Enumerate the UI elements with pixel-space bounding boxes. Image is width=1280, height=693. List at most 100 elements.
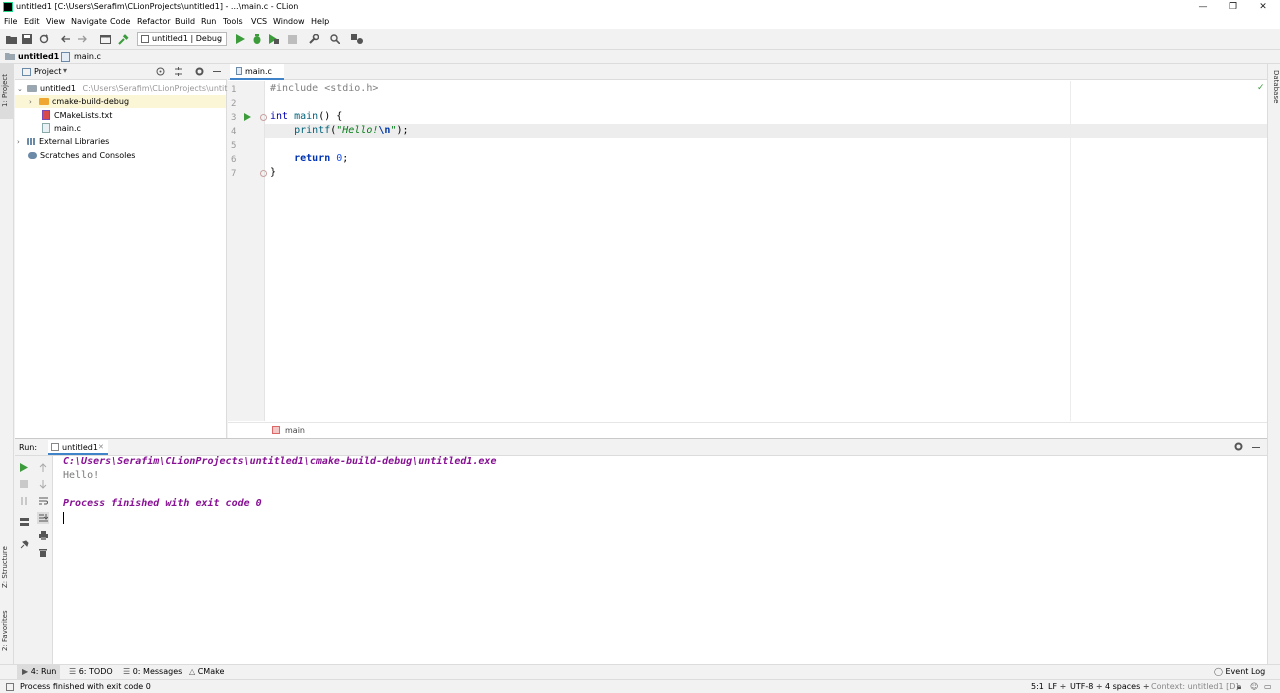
code-line-1[interactable]: #include <stdio.h> <box>270 83 378 94</box>
tree-item-root[interactable]: ⌄ untitled1 C:\Users\Serafim\CLionProject… <box>17 82 245 95</box>
notifications-icon[interactable]: ▭ <box>1264 682 1272 691</box>
sync-icon[interactable] <box>38 33 50 45</box>
back-arrow-icon[interactable] <box>59 33 71 45</box>
gear-icon[interactable] <box>1234 442 1243 453</box>
hide-panel-icon[interactable] <box>1252 447 1260 448</box>
status-caret-position[interactable]: 5:1 <box>1031 682 1044 691</box>
search-icon[interactable] <box>329 33 341 45</box>
lock-icon[interactable]: 🔒︎ <box>1237 682 1241 692</box>
layout-icon[interactable] <box>18 516 30 528</box>
trash-icon[interactable] <box>37 546 49 558</box>
run-tab-untitled1[interactable]: untitled1 ✕ <box>48 440 108 455</box>
code-line-4[interactable]: printf("Hello!\n"); <box>270 125 408 136</box>
status-encoding[interactable]: UTF-8 ÷ <box>1070 682 1103 691</box>
stop-icon[interactable] <box>18 478 30 490</box>
toggle-tool-windows-icon[interactable] <box>6 683 14 691</box>
tree-item-main-c[interactable]: main.c <box>42 122 81 135</box>
menu-edit[interactable]: Edit <box>24 17 40 26</box>
chevron-down-icon[interactable]: ▾ <box>63 66 67 75</box>
menu-view[interactable]: View <box>46 17 65 26</box>
tool-tab-database[interactable]: Database <box>1269 70 1280 103</box>
rerun-icon[interactable] <box>18 461 30 473</box>
tool-tab-event-log[interactable]: ◯ Event Log <box>1214 667 1265 676</box>
status-line-separator[interactable]: LF ÷ <box>1048 682 1066 691</box>
tree-item-label: Scratches and Consoles <box>40 151 136 160</box>
project-structure-icon[interactable] <box>351 33 363 45</box>
tool-tab-run[interactable]: ▶ 4: Run <box>22 667 56 676</box>
run-icon[interactable] <box>234 33 246 45</box>
stop-icon[interactable] <box>286 33 298 45</box>
menu-code[interactable]: Code <box>110 17 130 26</box>
settings-wrench-icon[interactable] <box>308 33 320 45</box>
tool-tab-project[interactable]: 1: Project <box>1 70 13 112</box>
libraries-icon <box>27 138 36 145</box>
status-indent[interactable]: 4 spaces ÷ <box>1105 682 1150 691</box>
soft-wrap-icon[interactable] <box>37 495 49 507</box>
inspector-face-icon[interactable]: ☺ <box>1250 682 1258 691</box>
code-line-3[interactable]: int main() { <box>270 111 342 122</box>
build-project-window-icon[interactable] <box>99 33 111 45</box>
inspection-ok-icon[interactable]: ✓ <box>1257 83 1265 93</box>
code-line-7[interactable]: } <box>270 167 276 178</box>
nav-file-crumb[interactable]: main.c <box>74 52 101 61</box>
restore-button[interactable]: ❐ <box>1216 0 1250 15</box>
menu-vcs[interactable]: VCS <box>251 17 267 26</box>
collapse-all-icon[interactable] <box>174 67 183 78</box>
chevron-right-icon[interactable]: › <box>29 96 39 109</box>
fold-marker-icon[interactable] <box>260 114 267 123</box>
menu-build[interactable]: Build <box>175 17 195 26</box>
run-gutter-icon[interactable] <box>244 113 251 123</box>
down-arrow-icon[interactable] <box>37 478 49 490</box>
chevron-right-icon[interactable]: › <box>17 136 27 149</box>
open-folder-icon[interactable] <box>5 33 17 45</box>
tree-item-scratches[interactable]: Scratches and Consoles <box>28 149 135 162</box>
status-context[interactable]: Context: untitled1 [D] <box>1151 682 1238 691</box>
tool-tab-messages[interactable]: ☰ 0: Messages <box>123 667 182 676</box>
tree-item-cmakelists[interactable]: CMakeLists.txt <box>42 109 112 122</box>
save-icon[interactable] <box>21 33 33 45</box>
locate-target-icon[interactable] <box>156 67 165 78</box>
nav-project-crumb[interactable]: untitled1 <box>18 52 59 61</box>
menu-window[interactable]: Window <box>273 17 305 26</box>
project-view-select[interactable]: Project <box>34 67 61 76</box>
tool-tab-todo[interactable]: ☰ 6: TODO <box>69 667 113 676</box>
close-button[interactable]: ✕ <box>1246 0 1280 15</box>
gear-icon[interactable] <box>195 67 204 78</box>
left-tool-stripe: 1: Project Z: Structure 2: Favorites <box>0 64 14 664</box>
tab-main-c[interactable]: main.c ✕ <box>230 64 284 91</box>
tool-tab-structure[interactable]: Z: Structure <box>1 542 13 592</box>
console-caret[interactable] <box>63 512 64 524</box>
menu-navigate[interactable]: Navigate <box>71 17 107 26</box>
close-tab-icon[interactable]: ✕ <box>98 443 104 451</box>
play-icon: ▶ <box>22 667 31 676</box>
tree-item-external-libraries[interactable]: › External Libraries <box>17 135 109 148</box>
line-number: 6 <box>231 155 237 165</box>
breadcrumb-function[interactable]: main <box>285 426 305 435</box>
menu-tools[interactable]: Tools <box>223 17 243 26</box>
forward-arrow-icon[interactable] <box>77 33 89 45</box>
code-line-6[interactable]: return 0; <box>270 153 348 164</box>
menu-file[interactable]: File <box>4 17 17 26</box>
run-panel-label: Run: <box>19 443 38 452</box>
hide-panel-icon[interactable] <box>213 71 221 72</box>
tree-item-cmake-build-debug[interactable]: › cmake-build-debug <box>15 95 226 108</box>
debug-bug-icon[interactable] <box>251 33 263 45</box>
menu-help[interactable]: Help <box>311 17 329 26</box>
minimize-button[interactable]: — <box>1186 0 1220 15</box>
project-panel: Project ▾ ⌄ untitled1 C:\Users\Serafim\CL… <box>15 64 245 438</box>
menu-run[interactable]: Run <box>201 17 216 26</box>
tool-tab-cmake[interactable]: △ CMake <box>189 667 224 676</box>
fold-marker-icon[interactable] <box>260 170 267 179</box>
print-icon[interactable] <box>37 529 49 541</box>
tool-tab-messages-label: 0: Messages <box>132 667 183 676</box>
build-hammer-icon[interactable] <box>117 33 129 45</box>
menu-refactor[interactable]: Refactor <box>137 17 171 26</box>
pin-icon[interactable] <box>18 538 30 550</box>
run-configuration-select[interactable]: untitled1 | Debug ⌄ <box>137 32 227 46</box>
scroll-to-end-icon[interactable] <box>37 512 49 524</box>
up-arrow-icon[interactable] <box>37 461 49 473</box>
pause-icon[interactable] <box>18 495 30 507</box>
run-with-coverage-icon[interactable] <box>268 33 280 45</box>
line-number: 2 <box>231 99 237 109</box>
tool-tab-favorites[interactable]: 2: Favorites <box>1 606 13 656</box>
